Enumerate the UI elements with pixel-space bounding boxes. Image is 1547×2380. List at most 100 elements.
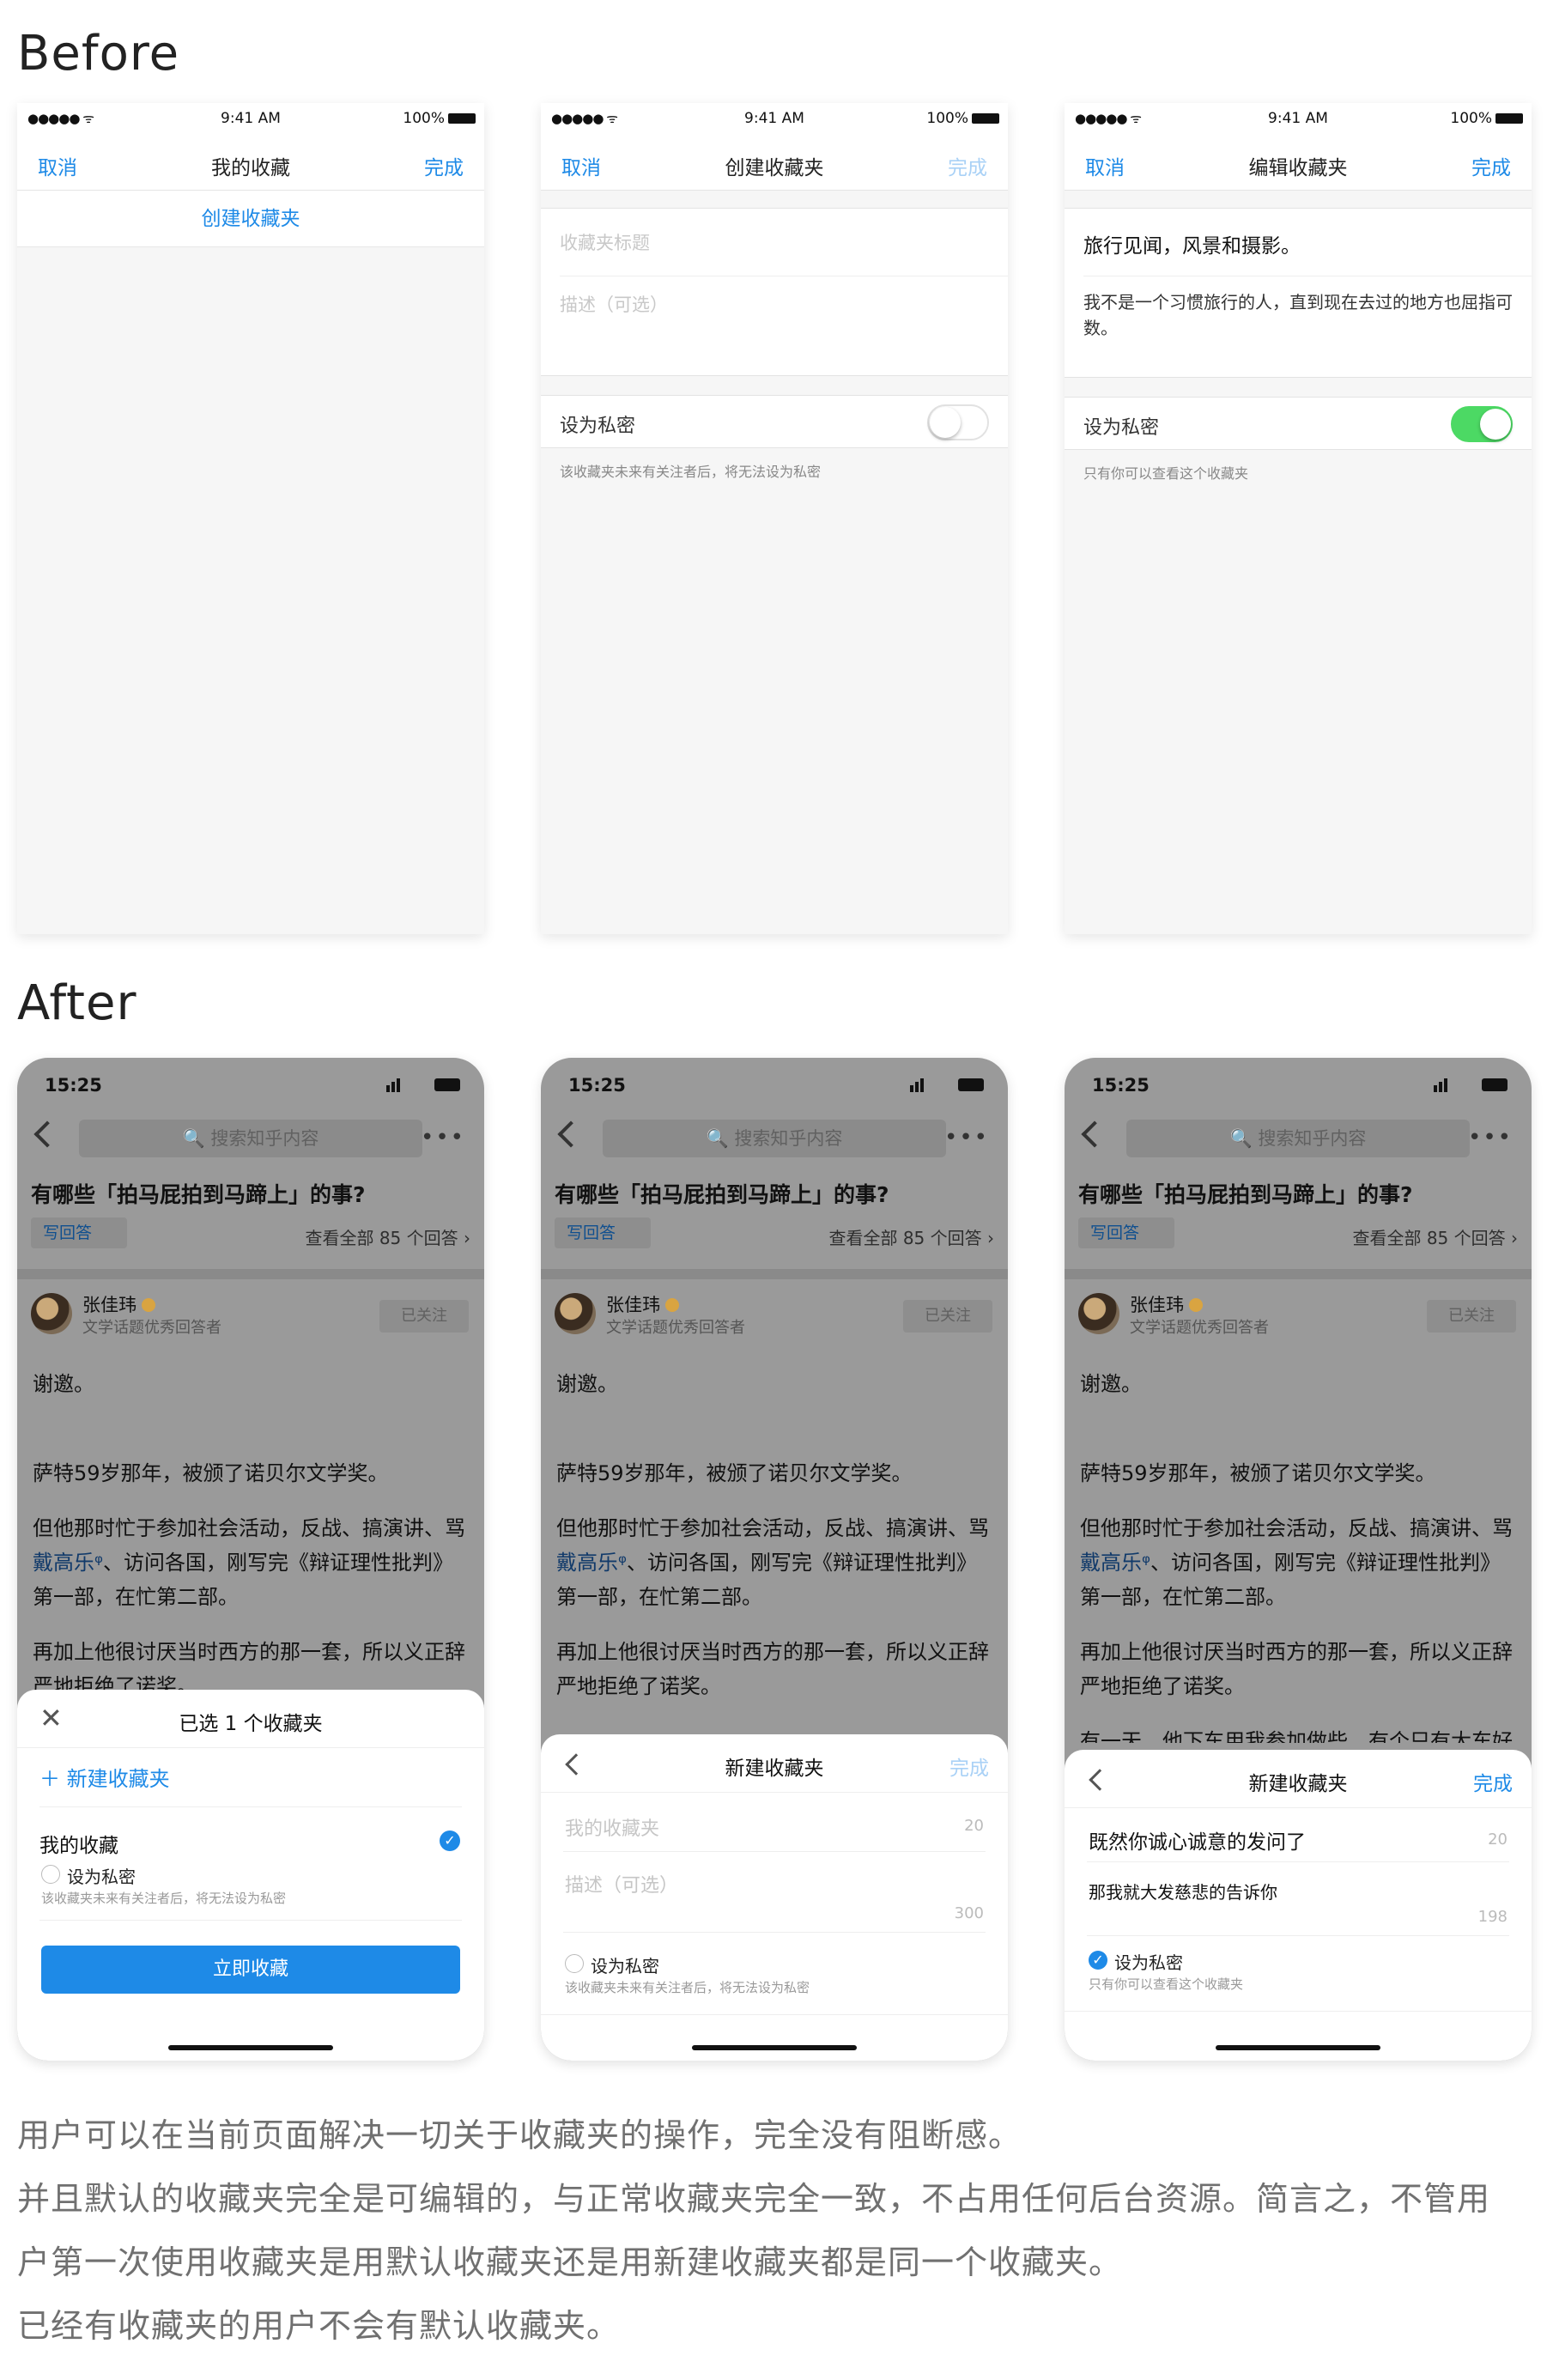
toggle-knob bbox=[1480, 409, 1511, 440]
divider bbox=[1087, 1935, 1509, 1936]
avatar[interactable] bbox=[1078, 1293, 1119, 1334]
description-input[interactable]: 那我就大发慈悲的告诉你 bbox=[1089, 1879, 1277, 1903]
author-name[interactable]: 张佳玮 bbox=[82, 1291, 155, 1317]
question-title[interactable]: 有哪些「拍马屁拍到马蹄上」的事? bbox=[555, 1178, 994, 1209]
search-input[interactable]: 🔍 搜索知乎内容 bbox=[603, 1120, 946, 1157]
description-input[interactable]: 我不是一个习惯旅行的人，直到现在去过的地方也屈指可数。 bbox=[1083, 289, 1513, 341]
answer-body: 谢邀。 萨特59岁那年，被颁了诺贝尔文学奖。 但他那时忙于参加社会活动，反战、搞… bbox=[556, 1367, 989, 1724]
answer-link[interactable]: 戴高乐ᵠ bbox=[33, 1551, 103, 1575]
nav-bar: 取消 我的收藏 完成 bbox=[17, 134, 484, 191]
desc-char-count: 198 bbox=[1477, 1908, 1508, 1926]
toggle-knob bbox=[930, 407, 961, 438]
back-icon[interactable] bbox=[1081, 1120, 1108, 1148]
favorites-sheet: ✕ 已选 1 个收藏夹 ＋ 新建收藏夹 我的收藏 ✓ 设为私密 该收藏夹未来有关… bbox=[17, 1690, 484, 2061]
avatar[interactable] bbox=[555, 1293, 596, 1334]
private-radio[interactable] bbox=[41, 1865, 60, 1884]
new-folder-sheet: 新建收藏夹 完成 我的收藏夹 20 描述（可选） 300 设为私密 该收藏夹未来… bbox=[541, 1734, 1008, 2061]
after-screen-new-folder-filled: 15:25 🔍 搜索知乎内容 ••• 有哪些「拍马屁拍到马蹄上」的事? 写回答 … bbox=[1065, 1058, 1532, 2061]
title-input[interactable]: 收藏夹标题 bbox=[560, 229, 650, 255]
more-icon[interactable]: ••• bbox=[421, 1125, 465, 1151]
battery-percent: 100% bbox=[926, 110, 968, 127]
write-answer-button[interactable]: 写回答 bbox=[31, 1217, 127, 1248]
more-icon[interactable]: ••• bbox=[1468, 1125, 1513, 1151]
answer-body: 谢邀。 萨特59岁那年，被颁了诺贝尔文学奖。 但他那时忙于参加社会活动，反战、搞… bbox=[33, 1367, 465, 1724]
write-answer-button[interactable]: 写回答 bbox=[1078, 1217, 1174, 1248]
answer-link[interactable]: 戴高乐ᵠ bbox=[1080, 1551, 1150, 1575]
status-bar: ●●●●● ᯤ 9:41 AM 100% bbox=[1065, 103, 1532, 134]
home-indicator bbox=[692, 2045, 857, 2050]
answer-paragraph: 谢邀。 bbox=[33, 1372, 94, 1396]
divider bbox=[1065, 2011, 1532, 2012]
answer-paragraph: 但他那时忙于参加社会活动，反战、搞演讲、骂戴高乐ᵠ、访问各国，刚写完《辩证理性批… bbox=[1080, 1511, 1513, 1614]
home-indicator bbox=[1216, 2045, 1380, 2050]
private-toggle[interactable] bbox=[1451, 406, 1513, 442]
sheet-title: 新建收藏夹 bbox=[1248, 1773, 1348, 1795]
question-title[interactable]: 有哪些「拍马屁拍到马蹄上」的事? bbox=[1078, 1178, 1518, 1209]
new-folder-sheet: 新建收藏夹 完成 既然你诚心诚意的发问了 20 那我就大发慈悲的告诉你 198 … bbox=[1065, 1750, 1532, 2061]
answer-paragraph: 但他那时忙于参加社会活动，反战、搞演讲、骂戴高乐ᵠ、访问各国，刚写完《辩证理性批… bbox=[556, 1511, 989, 1614]
search-input[interactable]: 🔍 搜索知乎内容 bbox=[1126, 1120, 1470, 1157]
status-bar: ●●●●● ᯤ 9:41 AM 100% bbox=[17, 103, 484, 134]
follow-button[interactable]: 已关注 bbox=[1427, 1300, 1516, 1333]
status-bar: ●●●●● ᯤ 9:41 AM 100% bbox=[541, 103, 1008, 134]
done-button[interactable]: 完成 bbox=[1471, 151, 1511, 180]
search-input[interactable]: 🔍 搜索知乎内容 bbox=[79, 1120, 422, 1157]
view-all-answers-link[interactable]: 查看全部 85 个回答 › bbox=[828, 1224, 994, 1249]
search-row: 🔍 搜索知乎内容 ••• bbox=[17, 1120, 484, 1157]
status-time: 15:25 bbox=[45, 1075, 102, 1096]
back-icon[interactable] bbox=[557, 1120, 585, 1148]
nav-bar: 取消 编辑收藏夹 完成 bbox=[1065, 134, 1532, 191]
author-name-text: 张佳玮 bbox=[82, 1295, 136, 1315]
new-folder-button[interactable]: ＋ 新建收藏夹 bbox=[39, 1762, 170, 1792]
search-row: 🔍 搜索知乎内容 ••• bbox=[1065, 1120, 1532, 1157]
answer-text: 但他那时忙于参加社会活动，反战、搞演讲、骂 bbox=[33, 1516, 465, 1540]
battery-icon bbox=[1495, 113, 1523, 124]
answer-paragraph: 谢邀。 bbox=[556, 1372, 618, 1396]
avatar[interactable] bbox=[31, 1293, 72, 1334]
footer-line: 已经有收藏夹的用户不会有默认收藏夹。 bbox=[17, 2307, 621, 2345]
more-icon[interactable]: ••• bbox=[944, 1125, 989, 1151]
title-input[interactable]: 我的收藏夹 bbox=[565, 1813, 659, 1841]
create-folder-button[interactable]: 创建收藏夹 bbox=[17, 191, 484, 247]
private-label: 设为私密 bbox=[560, 416, 636, 437]
description-input[interactable]: 描述（可选） bbox=[560, 291, 668, 317]
author-name[interactable]: 张佳玮 bbox=[1130, 1291, 1203, 1317]
check-icon[interactable]: ✓ bbox=[1089, 1951, 1107, 1970]
battery-percent: 100% bbox=[403, 110, 445, 127]
private-radio[interactable] bbox=[565, 1954, 584, 1973]
author-name-text: 张佳玮 bbox=[1130, 1295, 1184, 1315]
answer-link[interactable]: 戴高乐ᵠ bbox=[556, 1551, 627, 1575]
answer-body: 谢邀。 萨特59岁那年，被颁了诺贝尔文学奖。 但他那时忙于参加社会活动，反战、搞… bbox=[1080, 1367, 1513, 1764]
collect-now-button[interactable]: 立即收藏 bbox=[41, 1946, 460, 1994]
private-toggle[interactable] bbox=[927, 404, 989, 440]
done-button[interactable]: 完成 bbox=[1473, 1767, 1513, 1796]
done-button[interactable]: 完成 bbox=[948, 151, 987, 180]
title-input[interactable]: 旅行见闻，风景和摄影。 bbox=[1083, 229, 1301, 258]
folder-form: 收藏夹标题 描述（可选） bbox=[541, 208, 1008, 376]
home-indicator bbox=[168, 2045, 333, 2050]
author-desc: 文学话题优秀回答者 bbox=[1130, 1319, 1269, 1337]
private-hint: 只有你可以查看这个收藏夹 bbox=[1089, 1976, 1244, 1992]
follow-button[interactable]: 已关注 bbox=[903, 1300, 992, 1333]
author-desc: 文学话题优秀回答者 bbox=[82, 1319, 221, 1337]
private-hint: 该收藏夹未来有关注者后，将无法设为私密 bbox=[565, 1980, 810, 1995]
follow-button[interactable]: 已关注 bbox=[379, 1300, 469, 1333]
battery-percent: 100% bbox=[1450, 110, 1492, 127]
check-icon[interactable]: ✓ bbox=[440, 1831, 460, 1851]
question-title[interactable]: 有哪些「拍马屁拍到马蹄上」的事? bbox=[31, 1178, 470, 1209]
author-name[interactable]: 张佳玮 bbox=[606, 1291, 679, 1317]
write-answer-button[interactable]: 写回答 bbox=[555, 1217, 651, 1248]
done-button[interactable]: 完成 bbox=[424, 151, 464, 180]
sheet-header: 新建收藏夹 完成 bbox=[541, 1734, 1008, 1793]
back-icon[interactable] bbox=[33, 1120, 61, 1148]
divider bbox=[17, 1269, 484, 1279]
footer-line: 并且默认的收藏夹完全是可编辑的，与正常收藏夹完全一致，不占用任何后台资源。简言之… bbox=[17, 2180, 1491, 2218]
view-all-answers-link[interactable]: 查看全部 85 个回答 › bbox=[1352, 1224, 1518, 1249]
answer-paragraph: 再加上他很讨厌当时西方的那一套，所以义正辞严地拒绝了诺奖。 bbox=[556, 1640, 989, 1698]
private-label: 设为私密 bbox=[1083, 417, 1160, 439]
done-button[interactable]: 完成 bbox=[949, 1752, 989, 1781]
title-input[interactable]: 既然你诚心诚意的发问了 bbox=[1089, 1825, 1306, 1855]
folder-name[interactable]: 我的收藏 bbox=[39, 1829, 118, 1858]
view-all-answers-link[interactable]: 查看全部 85 个回答 › bbox=[305, 1224, 470, 1249]
description-input[interactable]: 描述（可选） bbox=[565, 1870, 678, 1897]
